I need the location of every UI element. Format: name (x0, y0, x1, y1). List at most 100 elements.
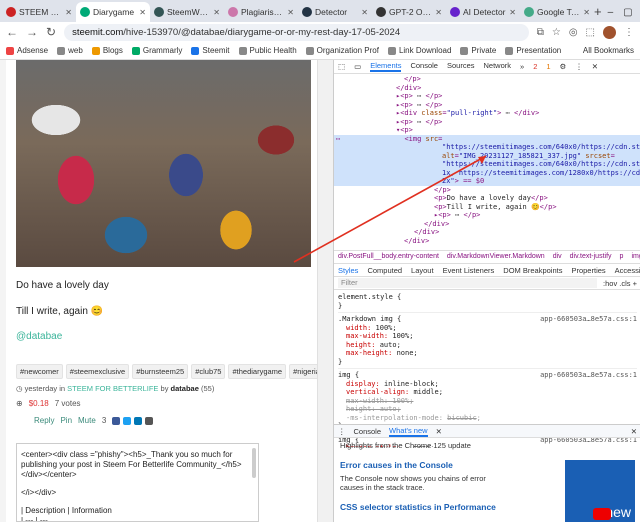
browser-tab[interactable]: Plagiarism C✕ (224, 2, 298, 22)
payout-value[interactable]: $0.18 (29, 399, 49, 408)
browser-tab[interactable]: AI Detector ✕ (446, 2, 520, 22)
selected-img-node[interactable]: ⋯ <img src= "https://steemitimages.com/6… (334, 134, 640, 186)
styles-tab[interactable]: DOM Breakpoints (503, 266, 562, 275)
reddit-icon[interactable] (145, 416, 154, 425)
bookmark-star-icon[interactable]: ☆ (552, 27, 561, 38)
reply-link[interactable]: Reply (34, 416, 54, 425)
reload-icon[interactable]: ↻ (46, 25, 56, 39)
styles-filter-input[interactable]: Filter (338, 278, 598, 288)
all-bookmarks-button[interactable]: All Bookmarks (583, 46, 634, 55)
bookmark-item[interactable]: Steemit (191, 46, 230, 55)
drawer-tab-close-icon[interactable]: ✕ (436, 427, 442, 436)
dom-node[interactable]: </div> (334, 220, 640, 229)
tab-close-icon[interactable]: ✕ (213, 8, 220, 17)
breadcrumb-item[interactable]: div.MarkdownViewer.Markdown (447, 253, 545, 261)
bookmark-item[interactable]: Private (460, 46, 496, 55)
upvote-icon[interactable]: ⊕ (16, 399, 23, 408)
pin-link[interactable]: Pin (60, 416, 72, 425)
dom-node[interactable]: ▸<div class="pull-right"> ⋯ </div> (334, 109, 640, 118)
bookmark-item[interactable]: Public Health (238, 46, 297, 55)
browser-tab[interactable]: Detector ✕ (298, 2, 372, 22)
more-tabs-icon[interactable]: » (520, 62, 524, 71)
devtools-tab[interactable]: Elements (370, 61, 402, 72)
bookmark-item[interactable]: web (57, 46, 83, 55)
browser-tab[interactable]: Diarygame ✕ (76, 2, 150, 22)
tag-chip[interactable]: #burnsteem25 (132, 364, 189, 379)
bookmark-item[interactable]: Presentation (505, 46, 561, 55)
mute-link[interactable]: Mute (78, 416, 96, 425)
style-rule[interactable]: app-660503a…8e57a.css:1 .Markdown img { w… (338, 315, 637, 369)
dom-node[interactable]: </div> (334, 84, 640, 93)
devtools-tab[interactable]: Console (410, 61, 438, 72)
bookmark-item[interactable]: Blogs (91, 46, 123, 55)
bookmark-item[interactable]: Adsense (6, 46, 48, 55)
whats-new-video-thumbnail[interactable]: new (565, 460, 635, 522)
post-image[interactable] (16, 60, 311, 267)
device-icon[interactable]: ▭ (354, 62, 361, 71)
dom-node[interactable]: </div> (334, 237, 640, 246)
tab-close-icon[interactable]: ✕ (583, 8, 590, 17)
dom-node[interactable]: <p>Till I write, again 😊</p> (334, 203, 640, 212)
maximize-icon[interactable]: ▢ (623, 7, 632, 18)
dom-node[interactable]: ▸<p> ⋯ </p> (334, 211, 640, 220)
community-link[interactable]: STEEM FOR BETTERLIFE (67, 384, 158, 393)
styles-tab[interactable]: Properties (571, 266, 605, 275)
dom-node[interactable]: </div> (334, 228, 640, 237)
browser-tab[interactable]: SteemWorld ✕ (150, 2, 224, 22)
drawer-tab-console[interactable]: Console (354, 427, 382, 436)
tab-close-icon[interactable]: ✕ (361, 8, 368, 17)
forward-icon[interactable]: → (26, 25, 38, 39)
bookmark-item[interactable]: Link Download (387, 46, 451, 55)
dom-node[interactable]: ▸<p> ⋯ </p> (334, 101, 640, 110)
play-icon[interactable] (593, 508, 611, 520)
styles-filter-toggles[interactable]: :hov .cls + (603, 279, 637, 288)
menu-kebab-icon[interactable]: ⋮ (624, 27, 634, 38)
breadcrumb-item[interactable]: div.PostFull__body.entry-content (338, 253, 439, 261)
styles-tab[interactable]: Accessibility (615, 266, 640, 275)
votes-count[interactable]: 7 votes (55, 399, 81, 408)
new-tab-button[interactable]: + (594, 2, 602, 22)
linkedin-icon[interactable] (134, 416, 143, 425)
dom-node[interactable]: ▾<p> (334, 126, 640, 135)
dom-node[interactable]: </p> (334, 75, 640, 84)
tab-close-icon[interactable]: ✕ (65, 8, 72, 17)
devtools-close-icon[interactable]: ✕ (592, 62, 598, 71)
extension-icon[interactable]: ◎ (569, 27, 578, 38)
devtools-tab[interactable]: Network (484, 61, 512, 72)
dom-tree[interactable]: </p> </div> ▸<p> ⋯ </p> ▸<p> ⋯ </p> ▸<di… (334, 75, 640, 249)
comment-editor[interactable]: <center><div class ="phishy"><h5>_Thank … (16, 443, 259, 522)
style-rule[interactable]: element.style {} (338, 293, 637, 313)
inspect-icon[interactable]: ⬚ (338, 62, 345, 71)
tab-close-icon[interactable]: ✕ (139, 8, 146, 17)
styles-tab[interactable]: Layout (411, 266, 434, 275)
devtools-tab[interactable]: Sources (447, 61, 475, 72)
tab-close-icon[interactable]: ✕ (509, 8, 516, 17)
devtools-menu-icon[interactable]: ⋮ (575, 62, 583, 71)
tag-chip[interactable]: #newcomer (16, 364, 63, 379)
back-icon[interactable]: ← (6, 25, 18, 39)
install-icon[interactable]: ⧉ (537, 27, 544, 38)
tag-chip[interactable]: #thediarygame (228, 364, 287, 379)
editor-scrollbar[interactable] (252, 448, 256, 478)
author-link[interactable]: databae (171, 384, 199, 393)
error-count[interactable]: 2 (533, 62, 537, 71)
puzzle-icon[interactable]: ⬚ (586, 27, 595, 38)
bookmark-item[interactable]: Organization Prof (305, 46, 379, 55)
breadcrumb-item[interactable]: div (553, 253, 562, 261)
warning-count[interactable]: 1 (546, 62, 550, 71)
facebook-icon[interactable] (112, 416, 121, 425)
minimize-icon[interactable]: – (608, 7, 614, 18)
drawer-close-icon[interactable]: ✕ (631, 427, 637, 436)
tag-chip[interactable]: #club75 (191, 364, 226, 379)
browser-tab[interactable]: STEEM FOR✕ (2, 2, 76, 22)
profile-avatar[interactable] (603, 25, 616, 39)
tag-chip[interactable]: #steemexclusive (65, 364, 130, 379)
tab-close-icon[interactable]: ✕ (435, 8, 442, 17)
twitter-icon[interactable] (123, 416, 132, 425)
breadcrumb-item[interactable]: img (631, 253, 640, 261)
page-scrollbar[interactable] (317, 60, 333, 522)
styles-tab[interactable]: Computed (367, 266, 402, 275)
styles-tab[interactable]: Styles (338, 266, 358, 275)
settings-gear-icon[interactable]: ⚙ (560, 62, 567, 71)
url-field[interactable]: steemit.com/hive-153970/@databae/diaryga… (64, 23, 529, 41)
